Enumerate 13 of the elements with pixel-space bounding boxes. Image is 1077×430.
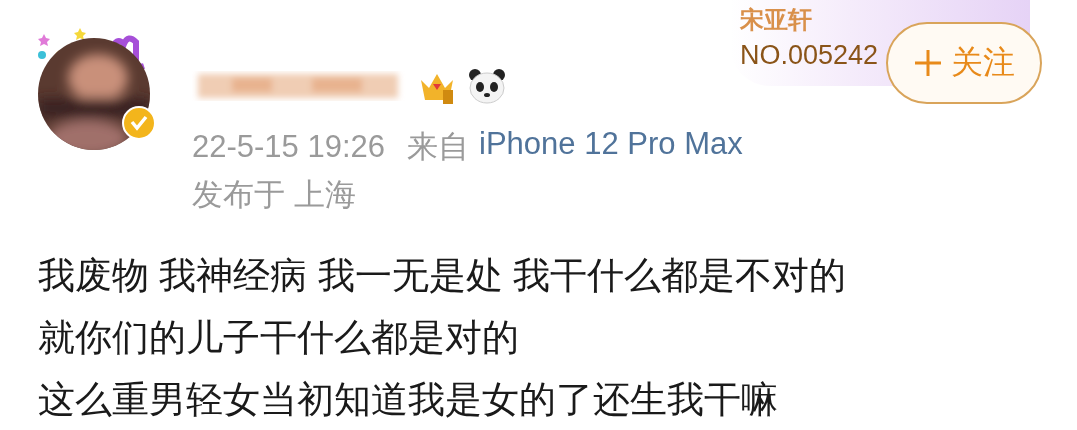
fan-badge-number: NO.005242 <box>740 40 879 71</box>
panda-icon <box>467 67 507 105</box>
post-location: 发布于 上海 <box>192 176 357 214</box>
source-label: 来自 <box>407 128 470 166</box>
fan-badge-name: 宋亚轩 <box>740 5 813 35</box>
device-link[interactable]: iPhone 12 Pro Max <box>479 126 743 168</box>
post-text-line: 就你们的儿子干什么都是对的 <box>38 316 520 360</box>
follow-button[interactable]: 关注 <box>886 22 1042 104</box>
post-time: 22-5-15 19:26 <box>192 129 386 165</box>
plus-icon <box>913 48 943 78</box>
post-text-line: 我废物 我神经病 我一无是处 我干什么都是不对的 <box>38 254 847 298</box>
post-text-line: 这么重男轻女当初知道我是女的了还生我干嘛 <box>38 378 779 422</box>
avatar[interactable] <box>38 38 150 150</box>
